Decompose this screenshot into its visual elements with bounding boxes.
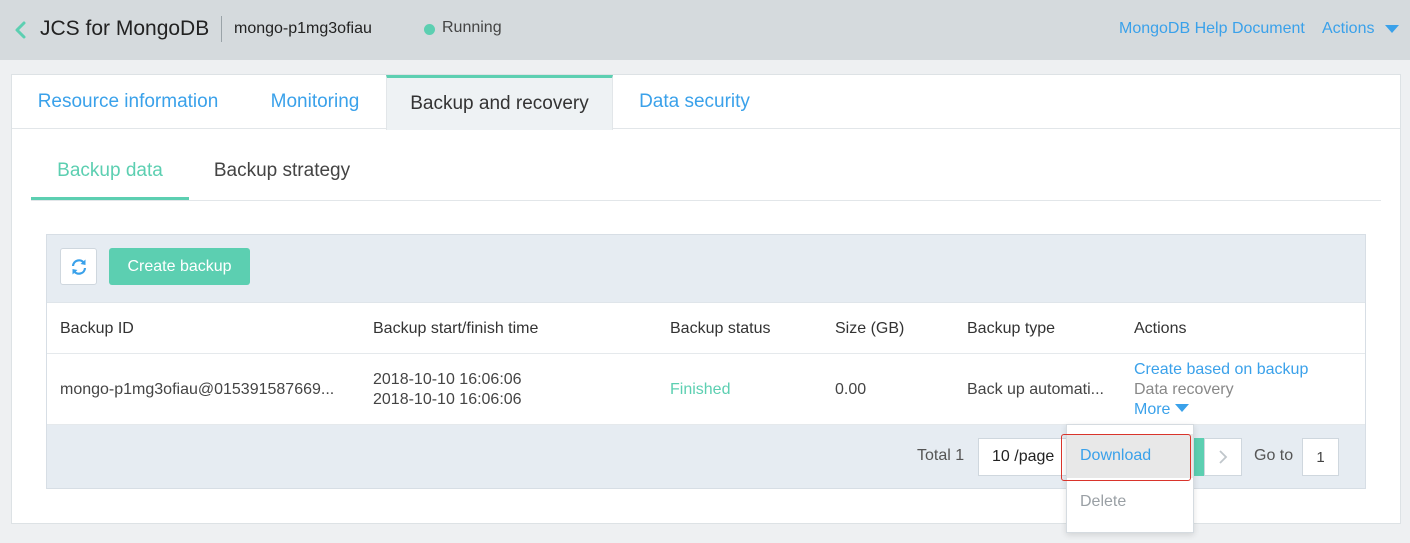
table-row: mongo-p1mg3ofiau@015391587669... 2018-10… [47,354,1365,425]
main-tabs: Resource information Monitoring Backup a… [12,75,1400,130]
goto-label: Go to [1254,447,1294,464]
tab-resource-information[interactable]: Resource information [12,75,244,129]
top-bar: JCS for MongoDB mongo-p1mg3ofiau Running… [0,0,1410,60]
refresh-button[interactable] [60,248,97,285]
create-backup-button[interactable]: Create backup [109,248,250,285]
backup-size: 0.00 [835,381,867,398]
backup-start-time: 2018-10-10 16:06:06 [373,371,522,388]
create-based-on-backup-link[interactable]: Create based on backup [1134,361,1308,379]
caret-down-icon [1175,404,1190,412]
backup-finish-time: 2018-10-10 16:06:06 [373,391,522,408]
column-header: Size (GB) [835,320,905,337]
help-document-link[interactable]: MongoDB Help Document [1119,20,1305,38]
next-page-button[interactable] [1204,438,1242,476]
tab-data-security[interactable]: Data security [613,75,776,129]
delete-menu-item[interactable]: Delete [1067,480,1193,524]
column-header: Backup ID [60,320,134,337]
page-size-select[interactable]: 10 /page [978,438,1068,476]
column-header: Backup status [670,320,771,337]
subtab-backup-data[interactable]: Backup data [31,160,189,200]
table-header: Backup ID Backup start/finish time Backu… [47,302,1365,354]
sub-tabs: Backup data Backup strategy [31,150,1381,201]
chevron-right-icon [1219,450,1228,464]
more-actions-menu: Download Delete [1066,424,1194,533]
instance-name: mongo-p1mg3ofiau [234,20,372,37]
tab-monitoring[interactable]: Monitoring [244,75,386,129]
download-menu-item[interactable]: Download [1067,434,1193,478]
more-actions-button[interactable]: More [1134,401,1190,419]
status-badge: Finished [670,381,731,398]
column-header: Backup type [967,320,1056,337]
more-label: More [1134,401,1171,418]
header-divider [221,16,222,42]
app-title: JCS for MongoDB [40,17,210,40]
data-recovery-link: Data recovery [1134,381,1234,398]
status-text: Running [442,19,502,36]
back-chevron-icon[interactable] [12,20,30,40]
refresh-icon [71,259,87,275]
column-header: Actions [1134,320,1187,337]
backup-type: Back up automati... [967,381,1104,398]
actions-menu-button[interactable]: Actions [1322,20,1374,38]
column-header: Backup start/finish time [373,320,539,337]
total-count: Total 1 [917,447,965,464]
caret-down-icon[interactable] [1385,25,1399,33]
tab-backup-and-recovery[interactable]: Backup and recovery [386,75,613,130]
status-dot-icon [424,24,435,35]
subtab-backup-strategy[interactable]: Backup strategy [201,160,363,200]
goto-page-input[interactable] [1302,438,1339,476]
backup-id: mongo-p1mg3ofiau@015391587669... [60,381,335,398]
